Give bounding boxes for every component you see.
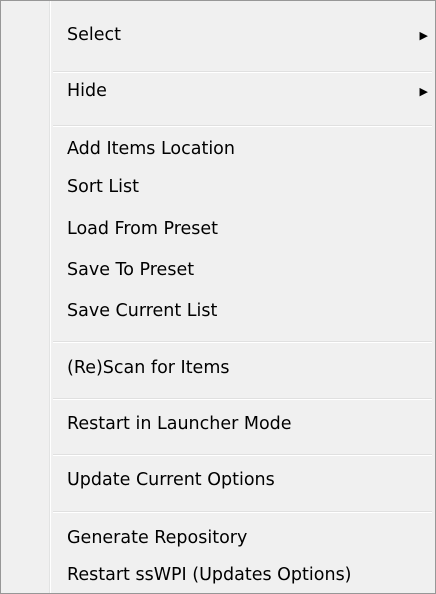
menu-separator — [53, 454, 432, 456]
menu-item-save-current-list[interactable]: Save Current List — [4, 294, 432, 329]
menu-item-generate-repository[interactable]: Generate Repository — [4, 521, 432, 556]
menu-item-restart-launcher-mode[interactable]: Restart in Launcher Mode — [4, 407, 432, 442]
menu-item-restart-sswpi[interactable]: Restart ssWPI (Updates Options) — [4, 558, 432, 593]
menu-item-sort-list[interactable]: Sort List — [4, 170, 432, 205]
submenu-arrow-icon: ▶ — [419, 29, 428, 42]
menu-item-select[interactable]: Select ▶ — [4, 18, 432, 53]
menu-item-label: Add Items Location — [67, 139, 235, 159]
menu-item-label: Select — [67, 25, 121, 45]
menu-item-label: Restart in Launcher Mode — [67, 414, 292, 434]
menu-separator — [53, 511, 432, 513]
menu-item-label: Hide — [67, 81, 107, 101]
submenu-arrow-icon: ▶ — [419, 85, 428, 98]
menu-item-label: (Re)Scan for Items — [67, 358, 230, 378]
menu-item-label: Save To Preset — [67, 260, 195, 280]
menu-separator — [53, 71, 432, 73]
menu-item-rescan-for-items[interactable]: (Re)Scan for Items — [4, 351, 432, 386]
menu-item-label: Restart ssWPI (Updates Options) — [67, 565, 352, 585]
menu-separator — [53, 398, 432, 400]
menu-separator — [53, 341, 432, 343]
menu-item-update-current-options[interactable]: Update Current Options — [4, 463, 432, 498]
menu-item-label: Generate Repository — [67, 528, 248, 548]
menu-item-save-to-preset[interactable]: Save To Preset — [4, 253, 432, 288]
menu-item-label: Update Current Options — [67, 470, 275, 490]
menu-item-load-from-preset[interactable]: Load From Preset — [4, 212, 432, 247]
menu-item-add-items-location[interactable]: Add Items Location — [4, 132, 432, 167]
menu-item-hide[interactable]: Hide ▶ — [4, 74, 432, 109]
menu-separator — [53, 125, 432, 127]
menu-item-label: Load From Preset — [67, 219, 219, 239]
context-menu: Select ▶ Hide ▶ Add Items Location Sort … — [0, 0, 436, 594]
menu-item-label: Save Current List — [67, 301, 218, 321]
menu-item-label: Sort List — [67, 177, 140, 197]
